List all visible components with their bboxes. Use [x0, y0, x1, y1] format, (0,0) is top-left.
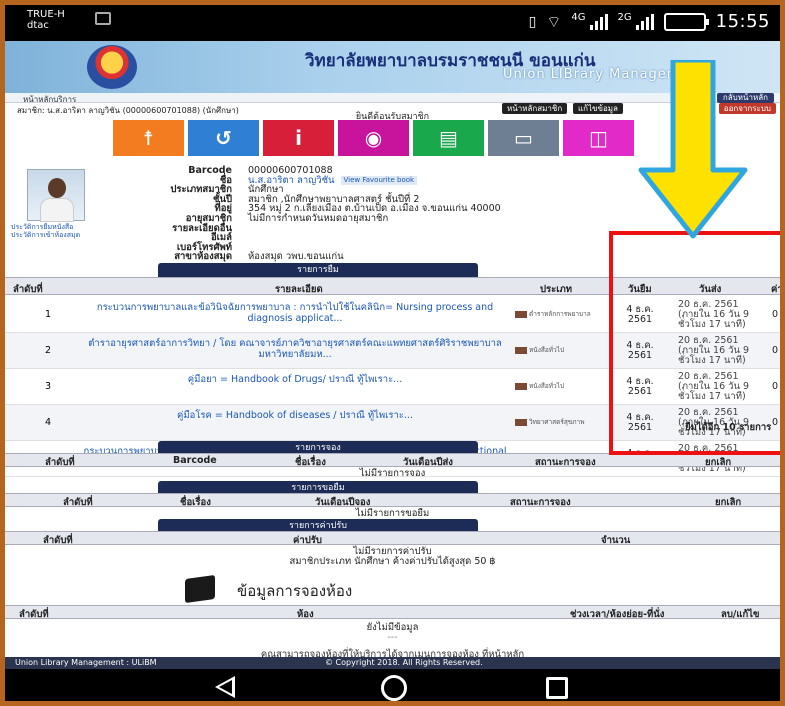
item-type-label: ตำราหลักการพยาบาล: [529, 310, 591, 318]
book-icon: [515, 310, 527, 318]
fines-section: รายการค่าปรับ ลำดับที่ ค่าปรับ จำนวน ไม่…: [5, 519, 780, 567]
item-type: หนังสือทั่วไป: [515, 381, 564, 391]
back-icon[interactable]: [215, 676, 235, 698]
profile-label: ประเภทสมาชิก: [170, 184, 232, 196]
item-type: หนังสือทั่วไป: [515, 345, 564, 355]
profile-value: ไม่มีการกำหนดวันหมดอายุสมาชิก: [248, 212, 389, 224]
carrier-label: TRUE-H dtac: [27, 9, 65, 31]
item-type: ตำราหลักการพยาบาล: [515, 309, 591, 319]
footer-band: Union Library Management : ULiBM © Copyr…: [5, 657, 780, 669]
image-notification-icon: [95, 12, 111, 25]
col-detail: รายละเอียด: [275, 284, 323, 295]
clock: 15:55: [715, 11, 770, 32]
book-title-link[interactable]: คู่มือยา = Handbook of Drugs/ ปราณี ทู้ไ…: [80, 374, 510, 385]
room-booking-icon: [185, 574, 215, 604]
profile-side-links: ประวัติการยืมหนังสือ ประวัติการเข้าห้องส…: [5, 223, 105, 239]
fines-limit-note: สมาชิกประเภท นักศึกษา ค้างค่าปรับได้สูงส…: [289, 556, 496, 567]
row-number: 4: [45, 417, 52, 428]
battery-icon: [663, 12, 709, 31]
scan-icon[interactable]: ◫: [563, 120, 634, 156]
member-photo: [27, 169, 85, 222]
highlight-box: [609, 231, 780, 455]
requests-header-row: ลำดับที่ ชื่อเรื่อง วันเดือนปีจอง สถานะก…: [5, 493, 780, 508]
loans-heading: รายการยืม: [158, 263, 478, 277]
book-title-link[interactable]: กระบวนการพยาบาลและข้อวินิจฉัยการพยาบาล :…: [80, 302, 510, 324]
footer-system-name: Union Library Management : ULiBM: [15, 658, 157, 667]
wifi-icon: ⌔: [546, 11, 562, 31]
item-type-label: หนังสือทั่วไป: [529, 346, 565, 354]
col-no: ลำดับที่: [13, 284, 43, 295]
info-icon[interactable]: i: [263, 120, 334, 156]
profile-label: Barcode: [188, 165, 232, 176]
book-icon: [515, 418, 527, 426]
item-type-label: วิทยาศาสตร์สุขภาพ: [529, 418, 585, 426]
vibrate-icon: ▯: [528, 13, 537, 30]
carrier-line-1: TRUE-H: [27, 9, 65, 20]
visit-history-link[interactable]: ประวัติการเข้าห้องสมุด: [11, 231, 105, 239]
room-dash: ---: [387, 632, 398, 643]
favourite-book-link[interactable]: View Favourite book: [340, 175, 418, 186]
history-icon[interactable]: ↺: [188, 120, 259, 156]
profile-label: รายละเอียดอื่น: [172, 222, 232, 234]
home-icon[interactable]: [381, 675, 407, 701]
reservations-empty: ไม่มีรายการจอง: [359, 468, 426, 479]
android-nav-bar: [5, 669, 780, 701]
user-icon[interactable]: ◉: [338, 120, 409, 156]
signal-icon-2: [635, 13, 654, 30]
book-title-link[interactable]: ตำราอายุรศาสตร์อาการวิทยา / โดย คณาจารย์…: [80, 338, 510, 360]
requests-section: รายการขอยืม ลำดับที่ ชื่อเรื่อง วันเดือน…: [5, 481, 780, 519]
quick-menu-tiles: ☨ ↺ i ◉ ▤ ▭ ◫: [113, 120, 634, 156]
screenshot-frame: TRUE-H dtac ▯ ⌔ 4G 2G 15:55 วิทยาลัยพยาบ…: [0, 0, 785, 706]
room-booking-title: ข้อมูลการจองห้อง: [237, 582, 353, 600]
col-barcode: Barcode: [173, 455, 217, 466]
book-title-link[interactable]: คู่มือโรค = Handbook of diseases / ปราณี…: [80, 410, 510, 421]
person-icon[interactable]: ☨: [113, 120, 184, 156]
status-bar: TRUE-H dtac ▯ ⌔ 4G 2G 15:55: [5, 5, 780, 41]
wallet-icon[interactable]: ▭: [488, 120, 559, 156]
item-type-label: หนังสือทั่วไป: [529, 382, 565, 390]
row-number: 1: [45, 309, 52, 320]
col-type: ประเภท: [540, 284, 573, 295]
item-type: วิทยาศาสตร์สุขภาพ: [515, 417, 584, 427]
network-4g-label: 4G: [571, 12, 586, 23]
network-2g-label: 2G: [617, 12, 632, 23]
row-number: 3: [45, 381, 52, 392]
borrow-history-link[interactable]: ประวัติการยืมหนังสือ: [11, 223, 105, 231]
profile-label: ชั้นปี: [213, 193, 232, 205]
carrier-line-2: dtac: [27, 20, 49, 31]
row-number: 2: [45, 345, 52, 356]
fines-header-row: ลำดับที่ ค่าปรับ จำนวน: [5, 531, 780, 546]
signal-icon-1: [589, 13, 608, 30]
card-icon[interactable]: ▤: [413, 120, 484, 156]
footer-copyright: © Copyright 2018. All Rights Reserved.: [325, 658, 483, 667]
reservations-header-row: ลำดับที่ Barcode ชื่อเรื่อง วันเดือนปีส่…: [5, 453, 780, 468]
room-header-row: ลำดับที่ ห้อง ช่วงเวลา/ห้องย่อย-ที่นั่ง …: [5, 605, 780, 620]
recent-apps-icon[interactable]: [546, 677, 568, 699]
book-icon: [515, 346, 527, 354]
room-booking-section: ลำดับที่ ห้อง ช่วงเวลา/ห้องย่อย-ที่นั่ง …: [5, 605, 780, 645]
college-logo: [87, 45, 137, 89]
book-icon: [515, 382, 527, 390]
status-right: ▯ ⌔ 4G 2G 15:55: [529, 11, 770, 32]
down-arrow-annotation: [638, 60, 748, 239]
